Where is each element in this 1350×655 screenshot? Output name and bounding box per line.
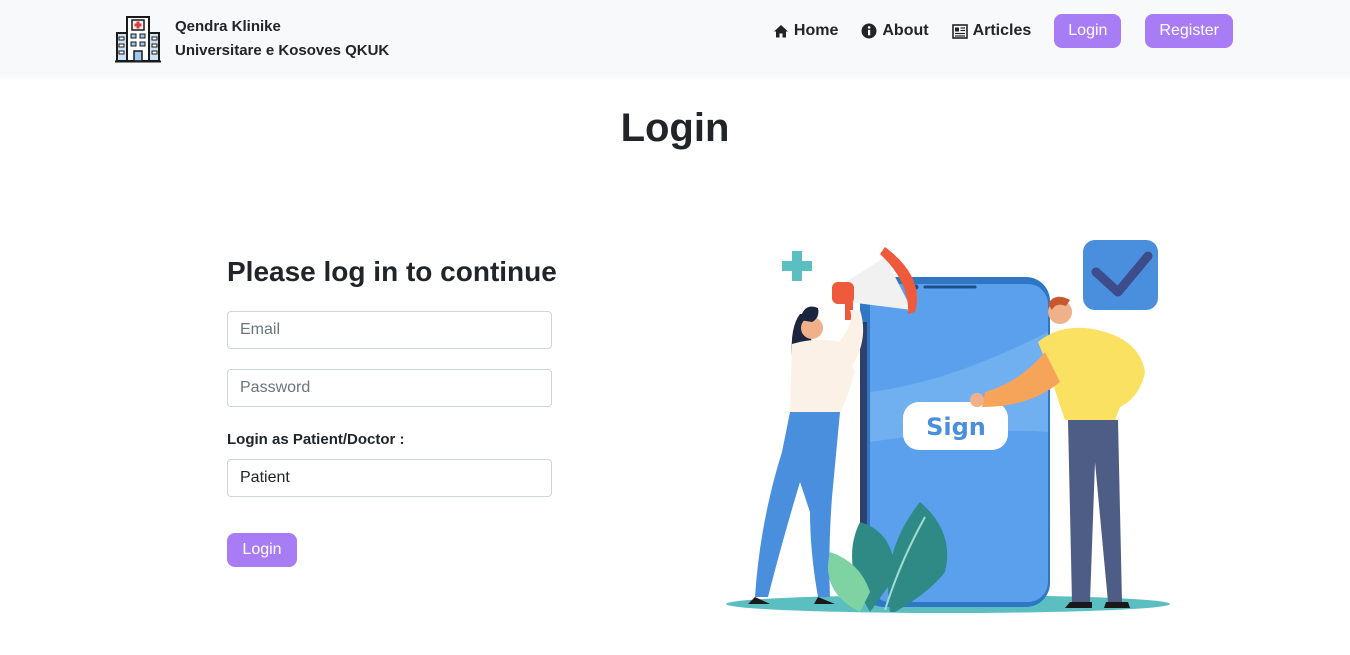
sign-up-illustration: Sign	[726, 240, 1170, 613]
nav-login-button[interactable]: Login	[1054, 14, 1122, 48]
hospital-icon	[115, 16, 161, 63]
newspaper-icon	[951, 23, 968, 39]
plus-icon	[782, 251, 812, 281]
role-select-value: Patient	[240, 469, 290, 486]
role-select[interactable]: Patient	[227, 459, 552, 497]
brand-line-1: Qendra Klinike	[175, 18, 281, 35]
brand[interactable]: Qendra Klinike Universitare e Kosoves QK…	[115, 15, 389, 63]
page-title: Login	[620, 106, 730, 150]
check-badge-icon	[1083, 240, 1158, 310]
woman-figure	[748, 306, 864, 604]
email-input[interactable]	[227, 311, 552, 349]
sign-label: Sign	[926, 413, 986, 441]
login-form: Please log in to continue Login as Patie…	[227, 256, 557, 567]
nav-articles-link[interactable]: Articles	[951, 22, 1032, 40]
nav-home-link[interactable]: Home	[773, 22, 838, 40]
brand-name: Qendra Klinike Universitare e Kosoves QK…	[175, 15, 389, 63]
info-icon	[861, 23, 877, 39]
nav-about-link[interactable]: About	[861, 22, 929, 40]
form-heading: Please log in to continue	[227, 256, 557, 287]
nav-about-label: About	[882, 22, 929, 39]
home-icon	[773, 25, 788, 38]
nav-links: Home About Articles Login Register	[773, 14, 1233, 48]
brand-line-2: Universitare e Kosoves QKUK	[175, 42, 390, 59]
nav-articles-label: Articles	[972, 22, 1032, 39]
login-submit-button[interactable]: Login	[227, 533, 297, 567]
password-input[interactable]	[227, 369, 552, 407]
navbar: Qendra Klinike Universitare e Kosoves QK…	[0, 0, 1350, 78]
role-label: Login as Patient/Doctor :	[227, 431, 405, 448]
nav-home-label: Home	[793, 22, 839, 39]
nav-register-button[interactable]: Register	[1145, 14, 1233, 48]
